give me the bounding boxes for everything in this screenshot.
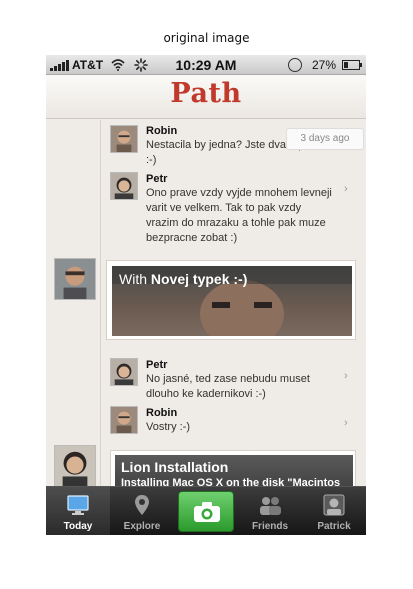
time-badge: 3 days ago [286,128,364,150]
friends-icon [260,497,281,515]
battery-fill [344,62,348,68]
photo-title: With Novej typek :-) [119,271,248,287]
timeline-feed[interactable]: Robin Nestacila by jedna? Jste dva u par… [46,120,366,486]
comment-author[interactable]: Petr [146,173,167,185]
app-logo: Path [170,78,242,109]
monitor-icon [67,495,89,515]
tab-label: Today [63,521,93,532]
tab-explore[interactable]: Explore [110,487,174,535]
chevron-right-icon[interactable]: › [344,183,352,195]
phone-screen: AT&T 10:29 AM 27% Path Robin Nestacila b… [46,55,366,535]
avatar[interactable] [110,172,138,200]
tab-friends[interactable]: Friends [238,487,302,535]
image-caption: original image [163,31,250,45]
tab-today[interactable]: Today [46,487,110,535]
comment-author[interactable]: Petr [146,359,167,371]
comment-text: Vostry :-) [146,421,191,433]
avatar[interactable] [54,258,96,300]
tab-profile[interactable]: Patrick [302,487,366,535]
map-pin-icon [135,495,149,515]
camera-icon [194,502,220,522]
comment-author[interactable]: Robin [146,125,177,137]
music-subtitle: Installing Mac OS X on the disk "Macinto… [121,477,341,486]
comment-text: Ono prave vzdy vyjde mnohem levneji vari… [146,187,332,244]
photo-card[interactable]: With Novej typek :-) [106,260,356,340]
pagination-dots [114,349,134,362]
battery-percent: 27% [312,58,337,72]
avatar[interactable] [110,358,138,386]
comment-author[interactable]: Robin [146,407,177,419]
photo-image[interactable]: With Novej typek :-) [112,266,352,336]
rotation-lock-icon [288,58,302,72]
battery-icon [342,60,362,70]
camera-button[interactable] [178,491,234,532]
music-card-background: Lion Installation Installing Mac OS X on… [115,455,353,486]
comment-text: No jasné, ted zase nebudu muset dlouho k… [146,373,310,400]
timeline-line [100,120,101,486]
nav-bar: Path [46,75,366,119]
tab-label: Explore [123,521,161,532]
tab-bar: Today Explore Friends Patrick [46,486,366,535]
chevron-right-icon[interactable]: › [344,417,352,429]
music-card[interactable]: Lion Installation Installing Mac OS X on… [110,450,356,486]
avatar[interactable] [110,406,138,434]
status-bar: AT&T 10:29 AM 27% [46,55,366,75]
music-title: Lion Installation [121,459,229,475]
profile-icon [323,494,345,516]
tab-label: Patrick [317,521,351,532]
avatar[interactable] [54,445,96,486]
chevron-right-icon[interactable]: › [344,370,352,382]
avatar[interactable] [110,125,138,153]
tab-label: Friends [251,521,289,532]
